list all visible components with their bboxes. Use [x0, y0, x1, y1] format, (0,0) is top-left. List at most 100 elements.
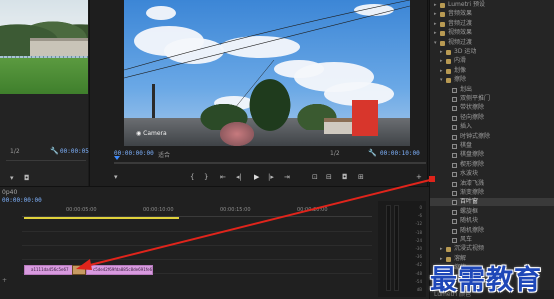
export-frame-icon[interactable]: ◘ [342, 173, 348, 181]
effect-item[interactable]: 双侧平推门 [430, 95, 554, 103]
effect-label: 渐变擦除 [460, 189, 485, 196]
wrench-icon[interactable]: 🔧 [50, 147, 59, 155]
go-to-in-icon[interactable]: ⇤ [220, 173, 226, 181]
effect-label: 内滑 [454, 57, 467, 65]
meter-level-label: -12 [415, 221, 422, 227]
work-area-bar[interactable] [24, 217, 179, 219]
track-divider [22, 231, 372, 232]
effect-label: 时钟式擦除 [460, 132, 491, 140]
effects-folder[interactable]: ▸ 内滑 [430, 57, 554, 65]
chevron-right-icon[interactable]: ▸ [434, 10, 437, 18]
effect-label: 视频效果 [448, 29, 473, 37]
add-marker-icon[interactable]: ▾ [10, 174, 14, 182]
transition-effect-icon [452, 153, 457, 159]
chevron-right-icon[interactable]: ▸ [440, 245, 443, 253]
effect-label: 划出 [460, 85, 473, 93]
effect-item[interactable]: 百叶窗 [430, 198, 554, 207]
sequence-tab[interactable]: 0p40 [2, 189, 17, 196]
effects-folder[interactable]: ▸ 音频过渡 [430, 20, 554, 28]
program-timecode-right[interactable]: 00:00:10:00 [380, 150, 420, 157]
effect-item[interactable]: 棋盘 [430, 142, 554, 150]
timeline-timecode[interactable]: 00:00:00:00 [2, 197, 42, 204]
track-divider [22, 245, 372, 246]
transition-effect-icon [452, 228, 457, 234]
program-zoom-select[interactable]: 1/2 [330, 150, 340, 157]
extract-icon[interactable]: ⊟ [326, 173, 332, 181]
effect-item[interactable]: 棋盘擦除 [430, 151, 554, 159]
transition-effect-icon [452, 191, 457, 196]
button-editor-icon[interactable]: + [416, 173, 422, 181]
effect-label: 3D 运动 [454, 48, 477, 55]
effects-folder[interactable]: ▸ Lumetri 预设 [430, 1, 554, 9]
effects-folder[interactable]: ▾ 视频过渡 [430, 39, 554, 47]
effect-item[interactable]: 带状擦除 [430, 104, 554, 112]
effect-item[interactable]: 划出 [430, 86, 554, 94]
transition-effect-icon [452, 181, 457, 187]
mark-in-icon[interactable]: { [190, 173, 194, 181]
track-divider [22, 259, 372, 260]
ruler-tick-label: 00:00:20:00 [297, 207, 328, 213]
program-scrubber[interactable] [114, 162, 426, 164]
effect-item[interactable]: 插入 [430, 123, 554, 131]
comparison-view-icon[interactable]: ⊞ [358, 173, 364, 181]
effects-folder[interactable]: ▾ 擦除 [430, 76, 554, 84]
chevron-right-icon[interactable]: ▸ [434, 20, 437, 28]
meter-level-label: dB [416, 287, 422, 292]
effect-item[interactable]: 随机擦除 [430, 227, 554, 235]
folder-icon [446, 59, 451, 65]
wrench-icon[interactable]: 🔧 [368, 149, 377, 157]
chevron-right-icon[interactable]: ▸ [440, 57, 443, 65]
chevron-down-icon[interactable]: ▾ [440, 76, 443, 84]
source-video-frame[interactable] [0, 0, 88, 94]
program-video-frame[interactable]: ◉ Camera [124, 0, 410, 146]
effects-folder[interactable]: ▸ 视频效果 [430, 29, 554, 37]
go-to-out-icon[interactable]: ⇥ [284, 173, 290, 181]
effect-item[interactable]: 渐变擦除 [430, 189, 554, 197]
chevron-right-icon[interactable]: ▸ [434, 1, 437, 9]
fit-select[interactable]: 适合 [158, 150, 170, 159]
meter-level-label: -54 [415, 278, 422, 284]
effect-item[interactable]: 风车 [430, 236, 554, 244]
step-back-icon[interactable]: ◂| [236, 173, 242, 181]
add-marker-icon[interactable]: ▾ [114, 173, 118, 181]
play-icon[interactable]: ▶ [254, 173, 259, 181]
effects-folder[interactable]: ▸ 音频效果 [430, 10, 554, 18]
chevron-right-icon[interactable]: ▸ [440, 48, 443, 56]
effect-item[interactable]: 油漆飞溅 [430, 180, 554, 188]
effect-label: 音频效果 [448, 10, 473, 18]
effect-item[interactable]: 时钟式擦除 [430, 133, 554, 141]
chevron-right-icon[interactable]: ▸ [440, 67, 443, 75]
add-track-icon[interactable]: + [2, 277, 7, 284]
effect-item[interactable]: 螺旋框 [430, 208, 554, 216]
timeline-panel: 0p40 00:00:00:00 00:00:05:00 00:00:10:00… [0, 186, 429, 299]
effects-folder[interactable]: ▸ 划像 [430, 67, 554, 75]
video-clip-2[interactable]: c5de42f69fda885c8de691fe62 [86, 265, 153, 275]
transition-drop-target[interactable] [72, 265, 86, 275]
effect-item[interactable]: 随机块 [430, 217, 554, 225]
meter-level-label: -30 [415, 246, 422, 251]
effect-item[interactable]: 楔形擦除 [430, 161, 554, 169]
step-forward-icon[interactable]: |▸ [268, 173, 274, 181]
effects-folder[interactable]: ▸ 3D 运动 [430, 48, 554, 56]
effect-label: 划像 [454, 66, 467, 74]
lift-icon[interactable]: ⊡ [312, 173, 318, 181]
effect-label: 随机块 [460, 217, 479, 225]
blurred-region [220, 122, 254, 146]
effect-item[interactable]: 径向擦除 [430, 114, 554, 122]
transition-effect-icon [452, 144, 457, 149]
track-area[interactable] [22, 221, 372, 295]
effects-folder[interactable]: ▸ 沉浸式视频 [430, 245, 554, 253]
chevron-right-icon[interactable]: ▸ [434, 29, 437, 37]
program-timecode-left[interactable]: 00:00:00:00 [114, 150, 154, 157]
source-scrubber[interactable] [6, 160, 86, 161]
effect-item[interactable]: 水波块 [430, 170, 554, 178]
transition-effect-icon [452, 87, 457, 93]
mark-out-icon[interactable]: } [204, 173, 208, 181]
effect-label: 沉浸式视频 [454, 245, 485, 253]
effect-label: 风车 [460, 236, 473, 243]
camera-icon[interactable]: ◘ [24, 174, 30, 182]
chevron-down-icon[interactable]: ▾ [434, 39, 437, 47]
time-ruler[interactable]: 00:00:05:00 00:00:10:00 00:00:15:00 00:0… [22, 205, 372, 217]
source-zoom-select[interactable]: 1/2 [10, 148, 20, 155]
video-clip-1[interactable]: a1111da456c5e67 [24, 265, 74, 275]
